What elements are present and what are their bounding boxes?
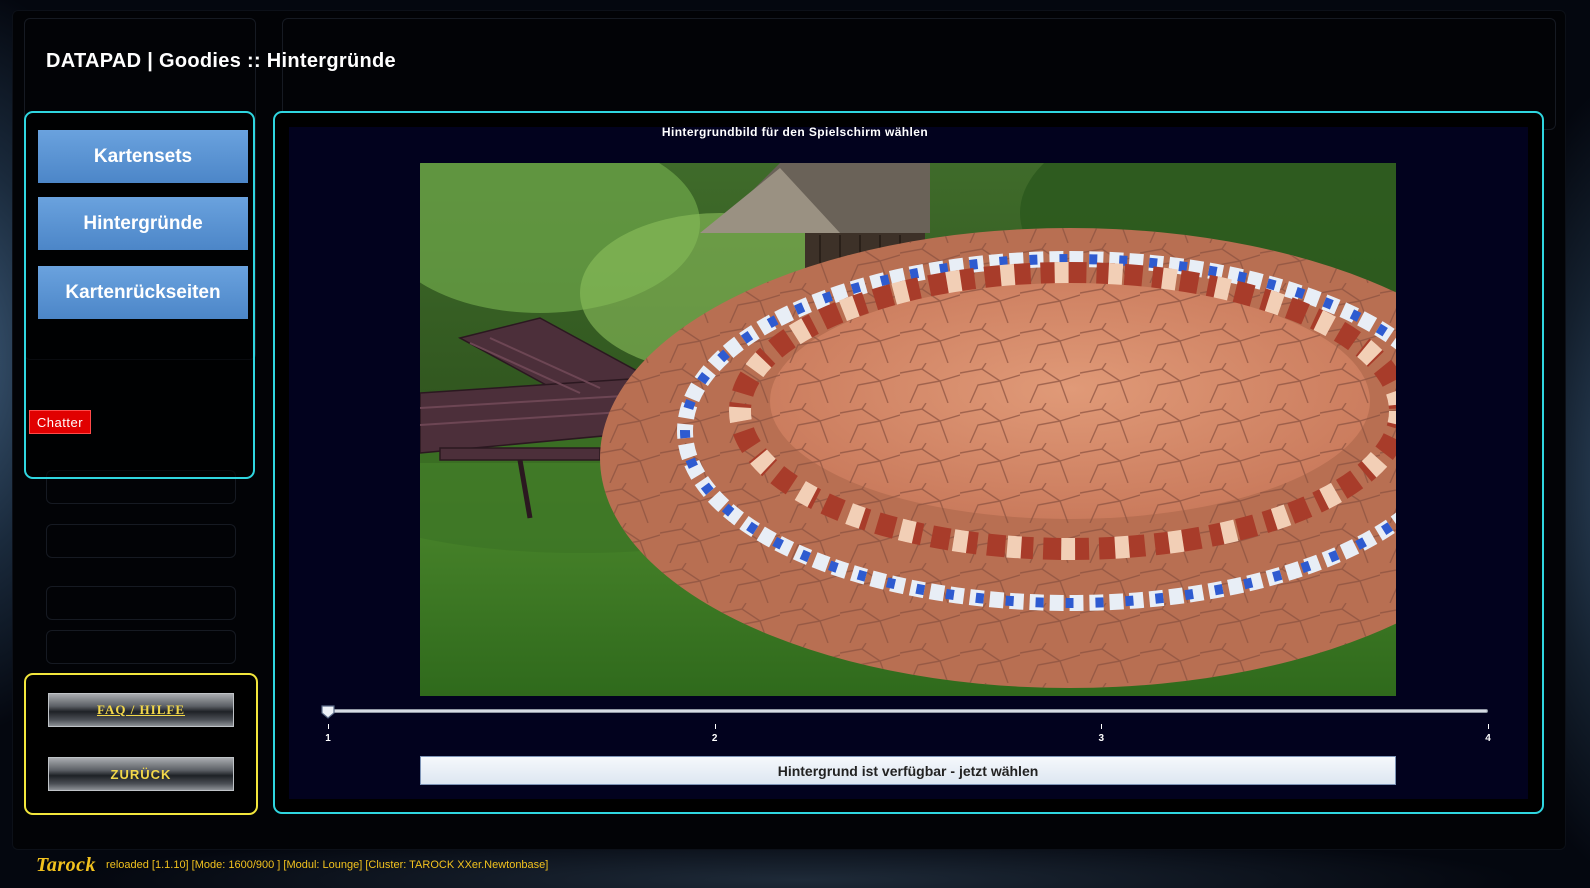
- ghost-button: [46, 586, 236, 620]
- background-slider-track[interactable]: [328, 709, 1488, 713]
- mosaic-table-garden-image: [420, 163, 1396, 696]
- goodies-menu: Kartensets Hintergründe Kartenrückseiten…: [24, 111, 255, 479]
- back-label: ZURÜCK: [110, 766, 172, 782]
- faq-help-button[interactable]: FAQ / HILFE: [48, 693, 234, 727]
- background-preview-image: [420, 163, 1396, 696]
- ghost-button: [46, 524, 236, 558]
- back-button[interactable]: ZURÜCK: [48, 757, 234, 791]
- slider-tick: [328, 724, 329, 729]
- menu-button-kartenrueckseiten[interactable]: Kartenrückseiten: [38, 266, 248, 319]
- slider-tick: [1101, 724, 1103, 729]
- slider-tick-label: 2: [711, 733, 718, 744]
- chatter-button[interactable]: Chatter: [29, 410, 91, 434]
- slider-tick: [714, 724, 716, 729]
- page-title: DATAPAD | Goodies :: Hintergründe: [46, 50, 396, 72]
- choose-background-button[interactable]: Hintergrund ist verfügbar - jetzt wählen: [420, 756, 1396, 785]
- status-text: reloaded [1.1.10] [Mode: 1600/900 ] [Mod…: [106, 859, 549, 871]
- ghost-button: [46, 630, 236, 664]
- menu-button-hintergruende[interactable]: Hintergründe: [38, 197, 248, 250]
- slider-tick-label: 4: [1485, 733, 1491, 744]
- status-bar: Tarock reloaded [1.1.10] [Mode: 1600/900…: [36, 853, 548, 877]
- chooser-caption: Hintergrundbild für den Spielschirm wähl…: [661, 125, 929, 139]
- slider-tick: [1488, 724, 1489, 729]
- slider-tick-label: 3: [1098, 733, 1105, 744]
- slider-tick-label: 1: [325, 733, 331, 744]
- faq-help-label: FAQ / HILFE: [96, 702, 186, 717]
- bottom-actions: FAQ / HILFE ZURÜCK: [24, 673, 258, 815]
- tarock-logo: Tarock: [36, 853, 97, 876]
- background-slider-thumb[interactable]: [321, 705, 335, 719]
